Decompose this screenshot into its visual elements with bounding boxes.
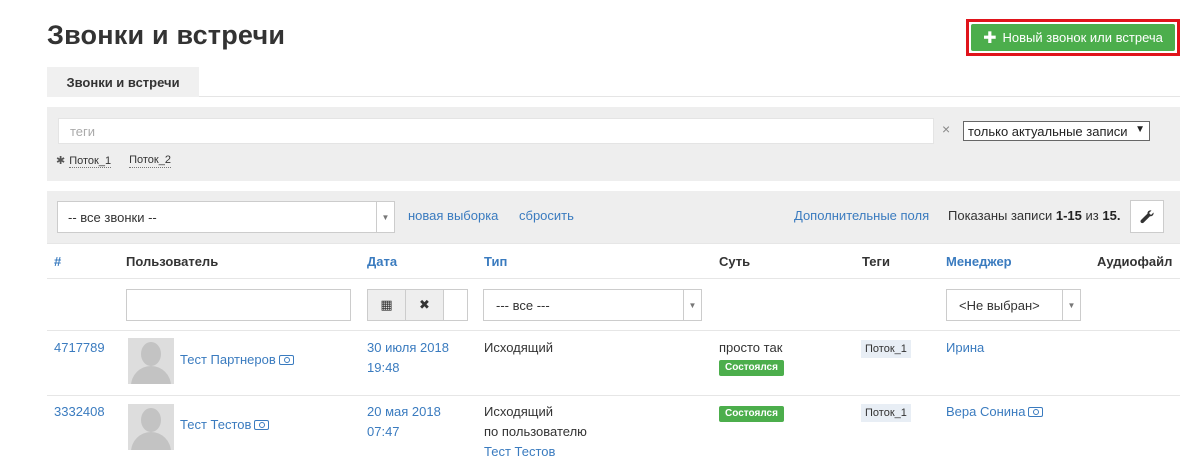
status-badge: Состоялся [719,406,784,422]
manager-link[interactable]: Вера Сонина [946,402,1044,422]
call-type-line: по пользователю [484,424,587,439]
divider [47,278,1180,279]
close-icon: ✖ [419,297,430,312]
user-card-icon[interactable] [254,420,270,430]
row-date: 30 июля 2018 [367,340,449,355]
tab-calls-meetings[interactable]: Звонки и встречи [47,67,199,97]
call-type-user-link[interactable]: Тест Тестов [484,442,587,462]
type-filter-value: --- все --- [496,297,550,313]
gear-icon: ✱ [56,155,66,167]
row-time: 07:47 [367,424,400,439]
shown-total: 15. [1102,208,1121,223]
column-user: Пользователь [126,254,219,269]
manager-name: Вера Сонина [946,404,1026,419]
date-link[interactable]: 20 мая 2018 07:47 [367,402,441,442]
shown-prefix: Показаны записи [948,208,1053,223]
call-type: Исходящий по пользователю Тест Тестов [484,402,587,462]
column-tags: Теги [862,254,890,269]
status-wrap: Состоялся [719,404,784,422]
date-filter-input[interactable] [444,290,467,320]
caret-down-icon: ▼ [376,202,394,232]
date-link[interactable]: 30 июля 2018 19:48 [367,338,449,378]
calendar-icon: ▦ [380,297,393,312]
column-manager[interactable]: Менеджер [946,254,1012,269]
type-filter-select[interactable]: --- все --- ▼ [483,289,702,321]
manager-link[interactable]: Ирина [946,338,984,358]
clear-date-button[interactable]: ✖ [406,290,444,320]
column-audio: Аудиофайл [1097,254,1173,269]
row-date: 20 мая 2018 [367,404,441,419]
tab-bar: Звонки и встречи [47,67,1180,97]
avatar [128,338,174,384]
clear-tags-icon[interactable]: × [942,121,950,137]
shown-of: из [1085,208,1099,223]
tags-input[interactable]: теги [58,118,934,144]
records-scope-value: только актуальные записи [968,123,1128,139]
avatar [128,404,174,450]
user-link[interactable]: Тест Партнеров [180,350,294,370]
divider [47,395,1180,396]
plus-icon: ✚ [983,29,997,47]
new-call-button-label: Новый звонок или встреча [1002,30,1163,45]
records-scope-select[interactable]: только актуальные записи ▼ [963,121,1150,141]
tag-chip[interactable]: Поток_1 [861,404,911,422]
new-selection-link[interactable]: новая выборка [408,208,498,223]
shown-range: 1-15 [1055,208,1082,223]
caret-down-icon: ▼ [683,290,701,320]
calendar-button[interactable]: ▦ [368,290,406,320]
user-filter-input[interactable] [126,289,351,321]
user-card-icon[interactable] [278,355,294,365]
row-id-link[interactable]: 3332408 [54,402,105,422]
calls-select[interactable]: -- все звонки -- ▼ [57,201,395,233]
call-essence: просто так [719,340,783,355]
call-type-line: Исходящий [484,404,553,419]
dropdown-arrow-icon: ▼ [1135,124,1145,135]
new-call-button[interactable]: ✚ Новый звонок или встреча [971,24,1175,51]
divider [47,243,1180,244]
wrench-icon [1140,209,1154,223]
manager-card-icon[interactable] [1028,407,1044,417]
caret-down-icon: ▼ [1062,290,1080,320]
column-type[interactable]: Тип [484,254,507,269]
user-name: Тест Партнеров [180,352,276,367]
status-badge: Состоялся [719,360,784,376]
page-title: Звонки и встречи [47,20,286,50]
extra-fields-link[interactable]: Дополнительные поля [794,208,929,223]
filter-panel: -- все звонки -- ▼ новая выборка сбросит… [47,191,1180,243]
stream-item-1[interactable]: ✱ Поток_1 [56,154,112,168]
status-wrap: Состоялся [719,358,784,376]
new-call-button-highlight: ✚ Новый звонок или встреча [966,19,1180,56]
row-id-link[interactable]: 4717789 [54,338,105,358]
stream-link-2[interactable]: Поток_2 [129,154,171,168]
divider [47,330,1180,331]
date-filter: ▦ ✖ [367,289,468,321]
tag-filter-panel: теги × только актуальные записи ▼ ✱ Поток… [47,107,1180,181]
settings-button[interactable] [1130,200,1164,233]
manager-filter-select[interactable]: <Не выбран> ▼ [946,289,1081,321]
column-date[interactable]: Дата [367,254,397,269]
call-type: Исходящий [484,340,553,355]
column-essence: Суть [719,254,751,269]
stream-link-1[interactable]: Поток_1 [69,155,112,168]
column-number[interactable]: # [54,254,61,269]
calls-select-value: -- все звонки -- [68,209,157,225]
records-shown-info: Показаны записи 1-15 из 15. [948,208,1120,223]
reset-link[interactable]: сбросить [519,208,574,223]
row-time: 19:48 [367,360,400,375]
user-name: Тест Тестов [180,417,252,432]
stream-links: ✱ Поток_1 Поток_2 [56,154,171,168]
manager-filter-value: <Не выбран> [959,297,1040,313]
tag-chip[interactable]: Поток_1 [861,340,911,358]
user-link[interactable]: Тест Тестов [180,415,270,435]
